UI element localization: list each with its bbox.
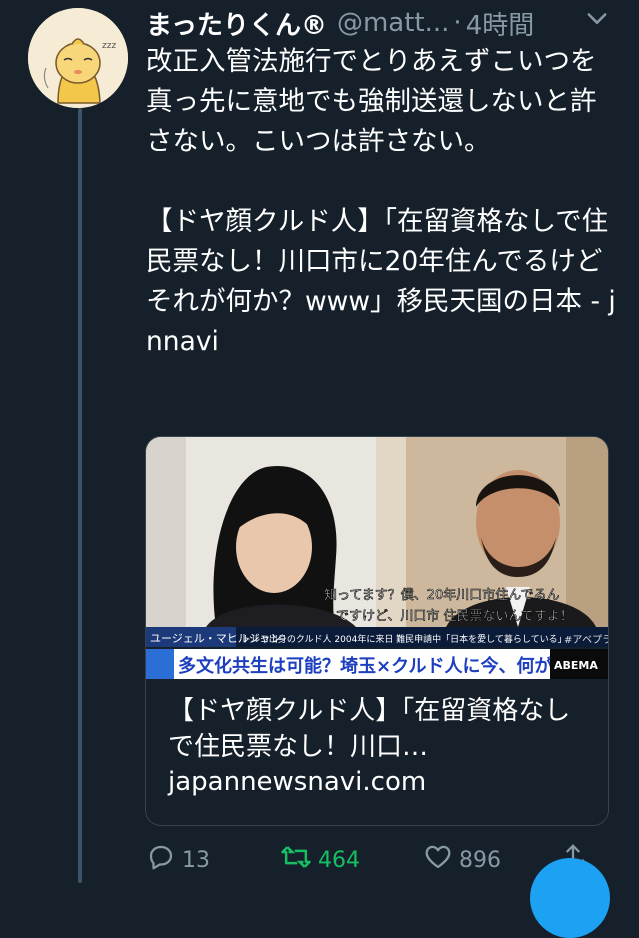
- reply-icon: [146, 842, 182, 878]
- avatar[interactable]: zzz: [28, 8, 128, 108]
- media-headline: 多文化共生は可能？埼玉×クルド人に今、何が: [178, 655, 553, 677]
- media-caption-2: ですけど、川口市 住民票ないんですよ！: [336, 608, 573, 624]
- user-handle[interactable]: @matt...: [337, 8, 449, 38]
- display-name[interactable]: まったりくん®: [146, 5, 327, 42]
- reply-count: 13: [182, 847, 210, 873]
- like-button[interactable]: 896: [423, 842, 501, 878]
- media-caption-1: 知ってます？僕、20年川口市住んでるん: [324, 587, 560, 603]
- chevron-down-icon[interactable]: [583, 4, 611, 36]
- retweet-icon: [280, 842, 318, 878]
- card-image: 知ってます？僕、20年川口市住んでるん ですけど、川口市 住民票ないんですよ！ …: [146, 437, 608, 679]
- retweet-count: 464: [318, 847, 360, 873]
- tweet-header: まったりくん® @matt... · 4時間: [146, 5, 639, 42]
- media-lower-third: トルコ出身のクルド人 2004年に来日 難民申請中「日本を愛して暮らしている」: [242, 633, 567, 645]
- svg-text:zzz: zzz: [102, 41, 116, 51]
- reply-button[interactable]: 13: [146, 842, 210, 878]
- compose-button[interactable]: [530, 858, 610, 938]
- tweet-timestamp[interactable]: 4時間: [466, 5, 535, 42]
- tweet-text: 改正入管法施行でとりあえずこいつを真っ先に意地でも強制送還しないと許さない。こい…: [146, 46, 616, 357]
- like-count: 896: [459, 847, 501, 873]
- media-watermark: #アベプラ: [564, 634, 608, 646]
- card-domain[interactable]: japannewsnavi.com: [168, 767, 426, 797]
- header-separator: ·: [453, 8, 462, 38]
- link-card[interactable]: 知ってます？僕、20年川口市住んでるん ですけど、川口市 住民票ないんですよ！ …: [145, 436, 609, 826]
- card-title[interactable]: 【ドヤ顔クルド人】「在留資格なしで住民票なし！川口…: [168, 693, 588, 765]
- retweet-button[interactable]: 464: [280, 842, 360, 878]
- like-icon: [423, 842, 459, 878]
- thread-line: [78, 108, 82, 883]
- media-brand: ABEMA: [554, 659, 598, 672]
